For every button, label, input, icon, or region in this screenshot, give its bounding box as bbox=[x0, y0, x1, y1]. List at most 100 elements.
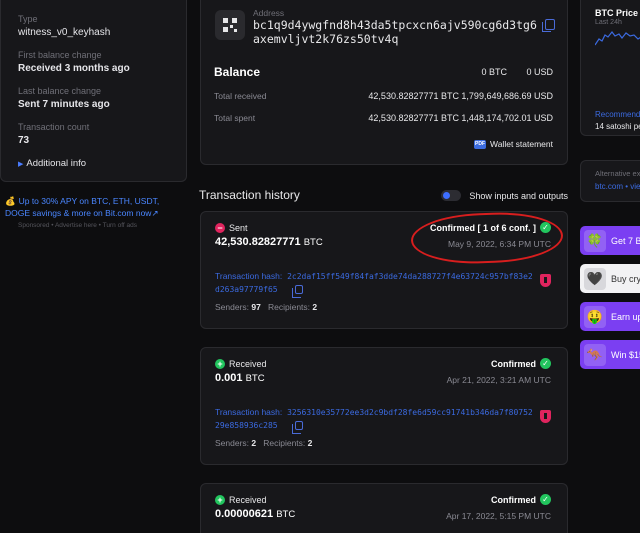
ad-text: Earn up to bbox=[611, 311, 640, 322]
tx-direction-label: Received bbox=[229, 495, 267, 505]
ad-banner[interactable]: 🖤 Buy crypto bbox=[580, 264, 640, 293]
plus-circle-icon: + bbox=[215, 495, 225, 505]
promo-text: Up to 30% APY on BTC, ETH, USDT, DOGE sa… bbox=[5, 196, 160, 218]
tx-status-label: Confirmed bbox=[491, 358, 536, 369]
pdf-icon: PDF bbox=[474, 139, 486, 149]
tx-amount-unit: BTC bbox=[245, 373, 265, 384]
additional-info-toggle[interactable]: ▶ Additional info bbox=[18, 158, 86, 169]
total-received-label: Total received bbox=[214, 91, 267, 101]
tx-status-label: Confirmed bbox=[491, 494, 536, 505]
last-balance-value: Sent 7 minutes ago bbox=[18, 99, 110, 110]
address-details-panel: Type witness_v0_keyhash First balance ch… bbox=[0, 0, 187, 182]
total-spent-btc: 42,530.82827771 BTC bbox=[368, 113, 459, 123]
promo-link[interactable]: 💰 Up to 30% APY on BTC, ETH, USDT, DOGE s… bbox=[5, 195, 185, 219]
alternative-explorer-link[interactable]: btc.com • view bbox=[595, 182, 640, 191]
ad-banner[interactable]: 🍀 Get 7 BTC bbox=[580, 226, 640, 255]
btc-price-sub: Last 24h bbox=[595, 19, 622, 26]
additional-info-label: Additional info bbox=[26, 158, 87, 169]
qr-code-icon bbox=[223, 18, 237, 32]
total-received-btc: 42,530.82827771 BTC bbox=[368, 91, 459, 101]
tx-amount-unit: BTC bbox=[303, 237, 323, 248]
total-received-usd: 1,799,649,686.69 USD bbox=[461, 91, 553, 101]
recipients-label: Recipients: bbox=[267, 302, 311, 312]
heart-icon: 🖤 bbox=[584, 267, 606, 290]
tx-date: Apr 17, 2022, 5:15 PM UTC bbox=[446, 511, 551, 521]
balance-title: Balance bbox=[214, 65, 261, 79]
tx-hash-label: Transaction hash: bbox=[215, 407, 283, 417]
caret-right-icon: ▶ bbox=[18, 161, 24, 168]
tx-amount: 42,530.82827771 BTC bbox=[215, 236, 323, 248]
tx-amount: 0.001 BTC bbox=[215, 372, 265, 384]
balance-usd: 0 USD bbox=[526, 67, 553, 77]
tx-amount-value: 0.001 bbox=[215, 372, 243, 384]
total-spent-label: Total spent bbox=[214, 113, 256, 123]
shield-icon[interactable] bbox=[540, 410, 551, 423]
qr-code-button[interactable] bbox=[215, 10, 245, 40]
transaction-card[interactable]: + Received 0.00000621 BTC Confirmed ✓ Ap… bbox=[200, 483, 568, 533]
show-inputs-outputs-toggle[interactable] bbox=[441, 190, 461, 201]
tx-hash[interactable]: Transaction hash: 2c2daf15ff549f84faf3dd… bbox=[215, 270, 535, 296]
check-circle-icon: ✓ bbox=[540, 358, 551, 369]
show-inputs-outputs-label: Show inputs and outputs bbox=[469, 191, 568, 201]
transaction-card[interactable]: + Received 0.001 BTC Confirmed ✓ Apr 21,… bbox=[200, 347, 568, 465]
address-label: Address bbox=[253, 8, 285, 18]
tx-direction: − Sent bbox=[215, 223, 248, 233]
check-circle-icon: ✓ bbox=[540, 494, 551, 505]
senders-count: 2 bbox=[251, 438, 257, 448]
transaction-count-value: 73 bbox=[18, 135, 30, 146]
ad-text: Get 7 BTC bbox=[611, 235, 640, 246]
tx-hash-label: Transaction hash: bbox=[215, 271, 283, 281]
total-spent-usd: 1,448,174,702.01 USD bbox=[461, 113, 553, 123]
type-value: witness_v0_keyhash bbox=[18, 27, 111, 38]
kangaroo-icon: 🦘 bbox=[584, 343, 606, 366]
first-balance-label: First balance change bbox=[18, 50, 102, 60]
tx-direction-label: Sent bbox=[229, 223, 248, 233]
minus-circle-icon: − bbox=[215, 223, 225, 233]
plus-circle-icon: + bbox=[215, 359, 225, 369]
last-balance-label: Last balance change bbox=[18, 86, 102, 96]
ad-text: Buy crypto bbox=[611, 273, 640, 284]
btc-price-card: BTC Price Last 24h Recommended fee 14 sa… bbox=[580, 0, 640, 136]
shield-icon[interactable] bbox=[540, 274, 551, 287]
tx-participants: Senders: 97 Recipients: 2 bbox=[215, 302, 317, 312]
ad-text: Win $1500 bbox=[611, 349, 640, 360]
tx-date: Apr 21, 2022, 3:21 AM UTC bbox=[446, 375, 551, 385]
alternative-explorers-card: Alternative explorers btc.com • view bbox=[580, 160, 640, 202]
tx-amount-value: 0.00000621 bbox=[215, 508, 274, 520]
tx-direction: + Received bbox=[215, 359, 267, 369]
tx-participants: Senders: 2 Recipients: 2 bbox=[215, 438, 312, 448]
alternative-explorers-title: Alternative explorers bbox=[595, 169, 640, 178]
btc-price-title: BTC Price bbox=[595, 8, 639, 18]
recipients-label: Recipients: bbox=[263, 438, 306, 448]
senders-label: Senders: bbox=[215, 302, 250, 312]
recipients-count: 2 bbox=[312, 302, 318, 312]
first-balance-value: Received 3 months ago bbox=[18, 63, 130, 74]
tx-amount: 0.00000621 BTC bbox=[215, 508, 295, 520]
recipients-count: 2 bbox=[307, 438, 313, 448]
transaction-history-title: Transaction history bbox=[199, 188, 300, 202]
tx-hash[interactable]: Transaction hash: 3256310e35772ee3d2c9bd… bbox=[215, 406, 535, 432]
address-value: bc1q9d4ywgfnd8h43da5tpcxcn6ajv590cg6d3tg… bbox=[253, 18, 537, 46]
wallet-statement-button[interactable]: PDF Wallet statement bbox=[474, 139, 553, 149]
balance-btc: 0 BTC bbox=[481, 67, 507, 77]
address-summary-card: Address bc1q9d4ywgfnd8h43da5tpcxcn6ajv59… bbox=[200, 0, 568, 165]
coin-bag-icon: 💰 bbox=[5, 196, 16, 206]
tx-amount-value: 42,530.82827771 bbox=[215, 236, 301, 248]
clover-icon: 🍀 bbox=[584, 229, 606, 252]
copy-address-icon[interactable] bbox=[542, 19, 555, 32]
type-label: Type bbox=[18, 14, 38, 24]
ad-banner[interactable]: 🤑 Earn up to bbox=[580, 302, 640, 331]
tx-direction: + Received bbox=[215, 495, 267, 505]
tx-status: Confirmed ✓ bbox=[491, 358, 551, 369]
tx-direction-label: Received bbox=[229, 359, 267, 369]
recommended-fee-label[interactable]: Recommended fee bbox=[595, 110, 640, 119]
wallet-statement-label: Wallet statement bbox=[490, 139, 553, 149]
transaction-count-label: Transaction count bbox=[18, 122, 90, 132]
ad-banner[interactable]: 🦘 Win $1500 bbox=[580, 340, 640, 369]
copy-hash-icon[interactable] bbox=[292, 421, 303, 434]
recommended-fee-value: 14 satoshi per byte bbox=[595, 122, 640, 131]
senders-label: Senders: bbox=[215, 438, 250, 448]
copy-hash-icon[interactable] bbox=[292, 285, 303, 298]
senders-count: 97 bbox=[251, 302, 261, 312]
tx-status: Confirmed ✓ bbox=[491, 494, 551, 505]
